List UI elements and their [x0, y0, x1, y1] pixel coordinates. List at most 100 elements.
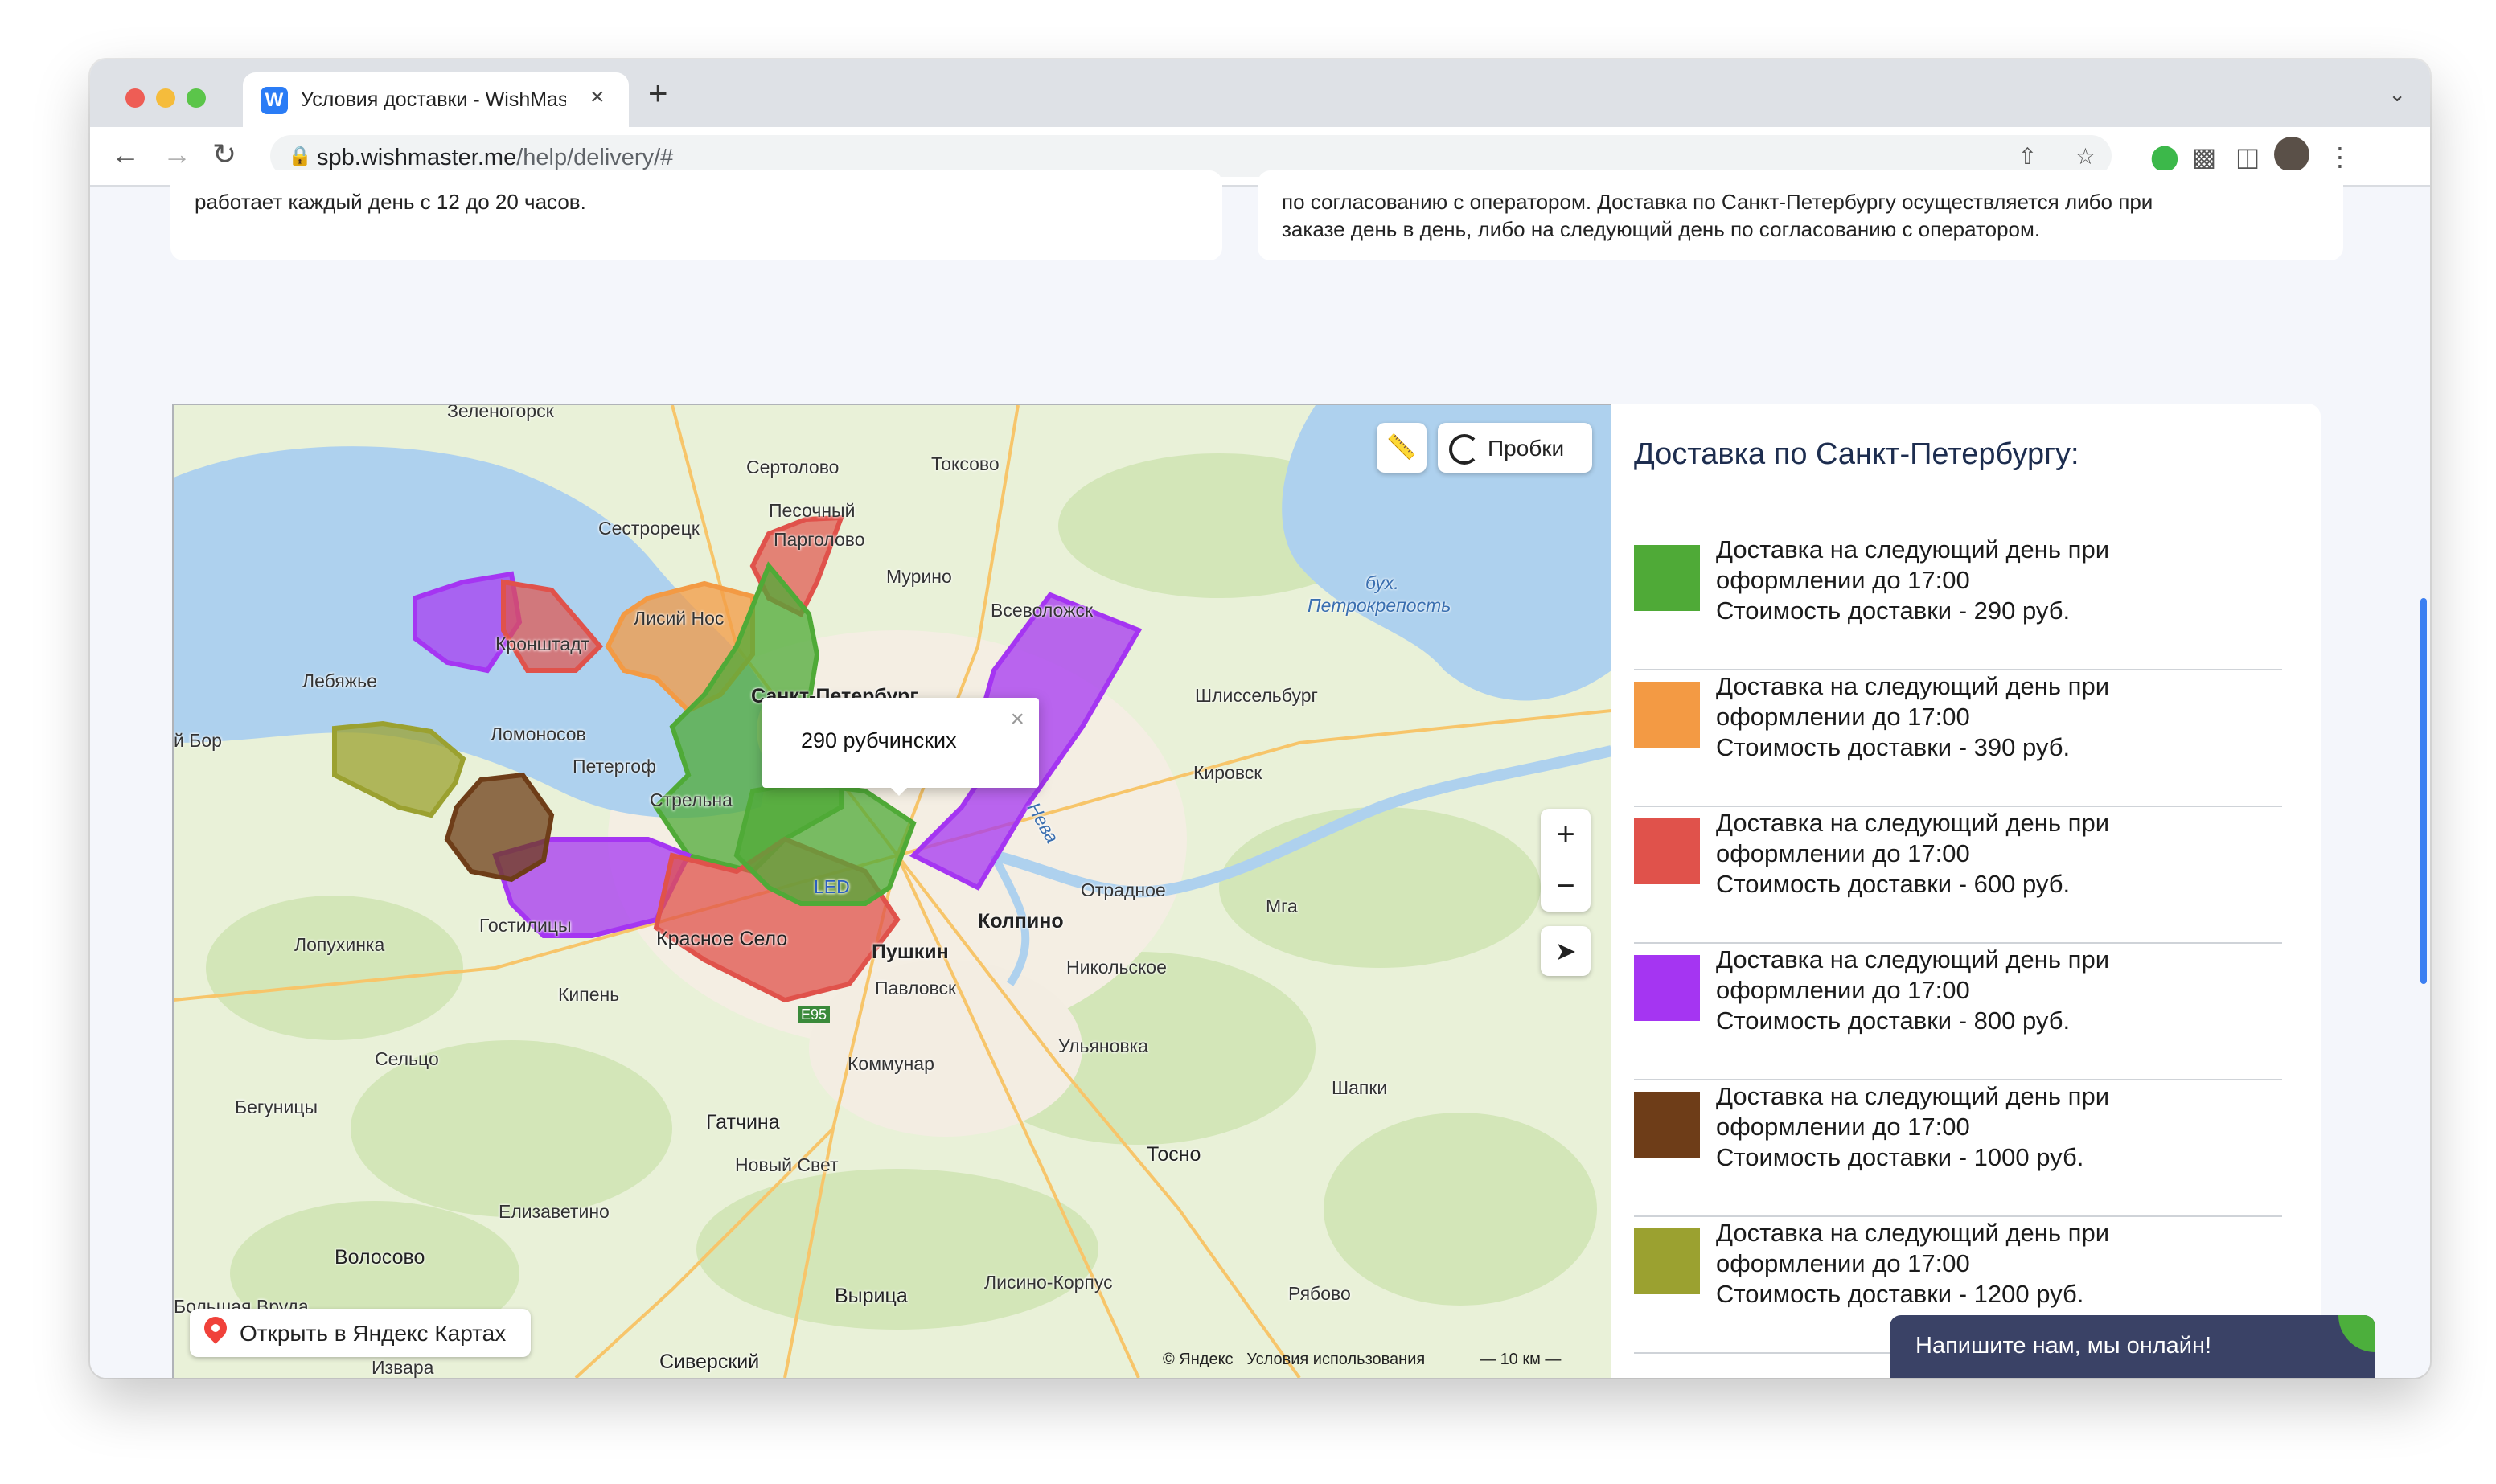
map-label-lebyazhye: Лебяжье: [302, 670, 377, 691]
open-in-yandex-maps-button[interactable]: Открыть в Яндекс Картах: [190, 1309, 531, 1357]
browser-tab[interactable]: W Условия доставки - WishMaster ×: [243, 72, 629, 127]
legend-item-line1: Доставка на следующий день при: [1716, 809, 2110, 837]
extensions-puzzle-icon[interactable]: ▩: [2192, 141, 2216, 172]
legend-item: Доставка на следующий день при оформлени…: [1634, 1079, 2282, 1217]
info-card-right: по согласованию с оператором. Доставка п…: [1258, 170, 2343, 260]
map-canvas: [174, 405, 1611, 1378]
map-label-strelna: Стрельна: [650, 789, 733, 810]
side-panel-icon[interactable]: ◫: [2235, 141, 2260, 172]
info-card-left: работает каждый день с 12 до 20 часов.: [170, 170, 1222, 260]
url-text: spb.wishmaster.me/help/delivery/#: [317, 145, 674, 170]
tab-title: Условия доставки - WishMaster: [301, 88, 566, 111]
terms-link[interactable]: Условия использования: [1246, 1351, 1425, 1368]
map-label-zelenogorsk: Зеленогорск: [447, 404, 554, 421]
popup-text: 290 рубчинских: [801, 728, 957, 752]
map-label-novy-svet: Новый Свет: [735, 1154, 839, 1175]
info-text-right-line1: по согласованию с оператором. Доставка п…: [1282, 190, 2153, 214]
tab-bar: W Условия доставки - WishMaster × + ⌄: [90, 59, 2430, 127]
map-label-toksovo: Токсово: [931, 453, 1000, 474]
legend-item-line1: Доставка на следующий день при: [1716, 672, 2110, 700]
share-icon[interactable]: ⇧: [2018, 144, 2037, 169]
map-pin-icon: [199, 1312, 232, 1344]
maximize-window-button[interactable]: [187, 88, 206, 108]
color-swatch-purple: [1634, 955, 1700, 1021]
map-label-ryabovo: Рябово: [1288, 1283, 1351, 1304]
scale-text: 10 км: [1500, 1351, 1541, 1368]
forward-arrow-icon[interactable]: →: [162, 138, 191, 170]
map-label-sestroretsk: Сестрорецк: [598, 518, 700, 539]
map-label-begunitsy: Бегуницы: [235, 1097, 318, 1117]
delivery-map[interactable]: Зеленогорск Сертолово Токсово Песочный С…: [172, 404, 1613, 1378]
popup-tail: [886, 783, 912, 796]
legend-item-line2: оформлении до 17:00: [1716, 566, 1970, 594]
map-label-shapki: Шапки: [1332, 1077, 1388, 1098]
zoom-out-button[interactable]: −: [1541, 863, 1591, 908]
legend-item: Доставка на следующий день при оформлени…: [1634, 806, 2282, 944]
legend-item-line2: оформлении до 17:00: [1716, 839, 1970, 867]
color-swatch-red: [1634, 818, 1700, 884]
legend-item-price: Стоимость доставки - 800 руб.: [1716, 1006, 2071, 1035]
info-text-left: работает каждый день с 12 до 20 часов.: [195, 190, 586, 214]
lock-icon: 🔒: [288, 146, 312, 167]
map-label-siversky: Сиверский: [659, 1351, 760, 1373]
legend-item-price: Стоимость доставки - 1000 руб.: [1716, 1143, 2084, 1171]
map-label-shlisselburg: Шлиссельбург: [1195, 685, 1318, 706]
color-swatch-orange: [1634, 682, 1700, 748]
legend-item-line1: Доставка на следующий день при: [1716, 535, 2110, 564]
legend-item-price: Стоимость доставки - 290 руб.: [1716, 596, 2071, 625]
extension-shield-icon[interactable]: ⬤: [2150, 141, 2179, 172]
tab-search-chevron-icon[interactable]: ⌄: [2388, 82, 2406, 107]
map-label-izvara: Извара: [372, 1357, 434, 1378]
map-label-pushkin: Пушкин: [872, 941, 949, 963]
reload-icon[interactable]: ↻: [212, 138, 236, 170]
map-copyright: © Яндекс Условия использования: [1163, 1351, 1425, 1369]
back-arrow-icon[interactable]: ←: [111, 138, 140, 170]
page-scrollbar[interactable]: [2420, 598, 2427, 984]
legend-item-line2: оформлении до 17:00: [1716, 1249, 1970, 1277]
traffic-button[interactable]: Пробки: [1438, 423, 1592, 473]
legend-item-line1: Доставка на следующий день при: [1716, 1082, 2110, 1110]
map-label-bukhta: бух.: [1365, 572, 1399, 593]
zoom-in-button[interactable]: +: [1541, 812, 1591, 857]
ruler-icon[interactable]: 📏: [1377, 423, 1427, 473]
legend-item-line2: оформлении до 17:00: [1716, 703, 1970, 731]
color-swatch-brown: [1634, 1092, 1700, 1158]
legend-item-price: Стоимость доставки - 1200 руб.: [1716, 1280, 2084, 1308]
minimize-window-button[interactable]: [156, 88, 175, 108]
legend-item-line1: Доставка на следующий день при: [1716, 1219, 2110, 1247]
color-swatch-green: [1634, 545, 1700, 611]
map-label-pargolovo: Парголово: [774, 529, 865, 550]
tab-close-icon[interactable]: ×: [590, 84, 605, 111]
bookmark-star-icon[interactable]: ☆: [2075, 144, 2096, 169]
copyright-text[interactable]: © Яндекс: [1163, 1351, 1234, 1368]
browser-menu-icon[interactable]: ⋮: [2327, 141, 2353, 172]
map-label-tosno: Тосно: [1147, 1143, 1201, 1166]
map-label-airport-led: LED: [814, 876, 850, 897]
chat-status-indicator: [2338, 1315, 2375, 1352]
open-in-maps-label: Открыть в Яндекс Картах: [240, 1321, 507, 1346]
geolocation-arrow-icon[interactable]: ➤: [1541, 926, 1591, 976]
color-swatch-olive: [1634, 1228, 1700, 1294]
traffic-ring-icon: [1449, 434, 1480, 465]
map-label-selco: Сельцо: [375, 1048, 439, 1069]
legend-item-price: Стоимость доставки - 600 руб.: [1716, 870, 2071, 898]
info-text-right-line2: заказе день в день, либо на следующий де…: [1282, 217, 2041, 241]
map-label-kommunar: Коммунар: [848, 1053, 934, 1074]
online-chat-widget[interactable]: Напишите нам, мы онлайн!: [1890, 1315, 2375, 1378]
popup-close-icon[interactable]: ×: [1010, 706, 1024, 733]
new-tab-button[interactable]: +: [648, 76, 668, 110]
close-window-button[interactable]: [125, 88, 145, 108]
map-label-lopukhinka: Лопухинка: [294, 934, 385, 955]
chat-label: Напишите нам, мы онлайн!: [1915, 1333, 2212, 1359]
legend-item: Доставка на следующий день при оформлени…: [1634, 942, 2282, 1080]
legend-item-price: Стоимость доставки - 390 руб.: [1716, 733, 2071, 761]
browser-window: W Условия доставки - WishMaster × + ⌄ ← …: [90, 59, 2430, 1378]
map-label-ulyanovka: Ульяновка: [1058, 1035, 1149, 1056]
legend-item-line1: Доставка на следующий день при: [1716, 945, 2110, 974]
traffic-label: Пробки: [1488, 436, 1565, 461]
map-label-petergof: Петергоф: [573, 756, 657, 777]
map-label-kolpino: Колпино: [978, 910, 1064, 933]
profile-avatar[interactable]: [2274, 137, 2309, 172]
map-label-gatchina: Гатчина: [706, 1111, 780, 1133]
legend-item: Доставка на следующий день при оформлени…: [1634, 532, 2282, 670]
